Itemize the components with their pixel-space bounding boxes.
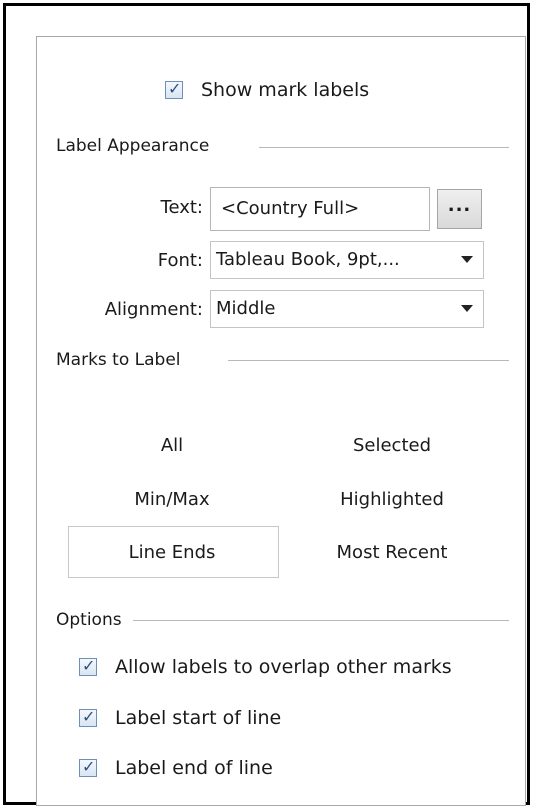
marks-to-label-divider bbox=[228, 360, 509, 361]
allow-overlap-checkbox[interactable] bbox=[79, 656, 97, 676]
mark-option-highlighted[interactable]: Highlighted bbox=[287, 489, 497, 511]
label-end-checkbox[interactable] bbox=[79, 757, 97, 777]
options-title: Options bbox=[56, 610, 122, 630]
option-label-start[interactable]: Label start of line bbox=[79, 706, 379, 732]
font-select[interactable]: Tableau Book, 9pt,... bbox=[210, 241, 484, 279]
mark-option-min-max[interactable]: Min/Max bbox=[67, 489, 277, 511]
marks-to-label-title: Marks to Label bbox=[56, 350, 181, 370]
alignment-select-value: Middle bbox=[216, 298, 276, 319]
show-mark-labels-label: Show mark labels bbox=[201, 79, 370, 101]
label-appearance-title: Label Appearance bbox=[56, 136, 210, 156]
chevron-down-icon bbox=[461, 305, 473, 312]
label-start-checkbox[interactable] bbox=[79, 707, 97, 727]
label-appearance-divider bbox=[259, 147, 509, 148]
text-edit-button[interactable]: ... bbox=[437, 189, 482, 229]
text-field-input[interactable]: <Country Full> bbox=[210, 187, 430, 231]
text-field-label: Text: bbox=[160, 197, 203, 218]
mark-option-most-recent[interactable]: Most Recent bbox=[287, 542, 497, 564]
mark-option-line-ends[interactable]: Line Ends bbox=[67, 542, 277, 564]
label-start-label: Label start of line bbox=[115, 707, 282, 729]
mark-option-selected[interactable]: Selected bbox=[287, 435, 497, 457]
options-divider bbox=[133, 620, 509, 621]
alignment-label: Alignment: bbox=[104, 299, 203, 320]
label-panel: Show mark labels Label Appearance Text: … bbox=[36, 36, 526, 806]
label-end-label: Label end of line bbox=[115, 757, 273, 779]
font-select-value: Tableau Book, 9pt,... bbox=[216, 249, 400, 270]
allow-overlap-label: Allow labels to overlap other marks bbox=[115, 656, 452, 678]
mark-option-all[interactable]: All bbox=[67, 435, 277, 457]
alignment-select[interactable]: Middle bbox=[210, 290, 484, 328]
show-mark-labels-checkbox[interactable] bbox=[165, 79, 183, 99]
font-label: Font: bbox=[157, 250, 203, 271]
option-label-end[interactable]: Label end of line bbox=[79, 756, 379, 782]
show-mark-labels-toggle[interactable]: Show mark labels bbox=[165, 78, 405, 104]
option-allow-overlap[interactable]: Allow labels to overlap other marks bbox=[79, 655, 519, 681]
chevron-down-icon bbox=[461, 256, 473, 263]
